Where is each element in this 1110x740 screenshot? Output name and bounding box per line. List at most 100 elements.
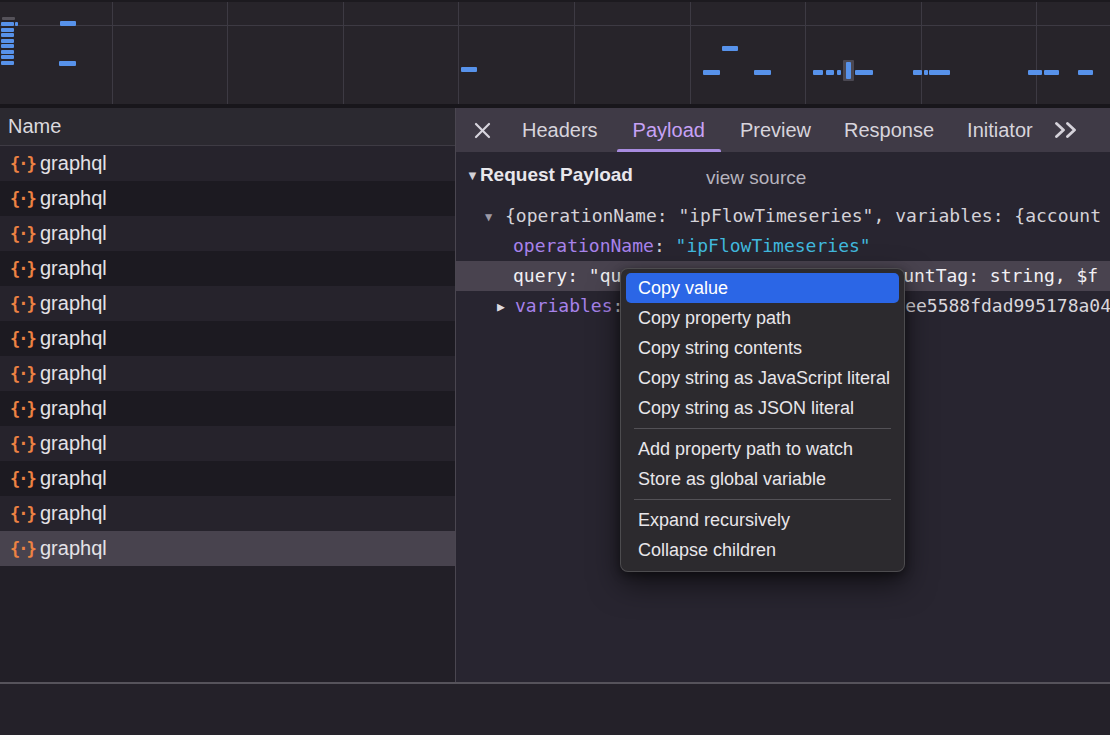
menu-item-expand-recursively[interactable]: Expand recursively [621, 505, 904, 535]
overview-gridline [458, 2, 459, 106]
request-row-graphql[interactable]: {·}graphql [0, 286, 455, 321]
request-name-label: graphql [40, 502, 107, 525]
request-timing-bar [15, 22, 18, 26]
request-row-graphql[interactable]: {·}graphql [0, 531, 455, 566]
payload-root-row[interactable]: ▼ {operationName: "ipFlowTimeseries", var… [456, 201, 1110, 231]
json-braces-icon: {·} [10, 504, 40, 524]
request-timing-bar [929, 70, 950, 75]
network-overview-timeline[interactable] [0, 0, 1110, 104]
request-timing-bar [59, 61, 76, 66]
menu-item-copy-string-contents[interactable]: Copy string contents [621, 333, 904, 363]
request-timing-bar [1, 44, 14, 48]
name-column-header: Name [0, 115, 61, 138]
tab-initiator[interactable]: Initiator [967, 108, 1033, 152]
request-timing-bar [60, 21, 76, 26]
menu-item-copy-string-as-json-literal[interactable]: Copy string as JSON literal [621, 393, 904, 423]
json-braces-icon: {·} [10, 539, 40, 559]
request-timing-bar [722, 46, 738, 51]
tabs: Headers Payload Preview Response Initiator [492, 108, 1033, 152]
request-row-graphql[interactable]: {·}graphql [0, 216, 455, 251]
request-timing-bar [855, 70, 873, 75]
request-timing-bar [1078, 70, 1093, 75]
json-braces-icon: {·} [10, 469, 40, 489]
request-name-label: graphql [40, 292, 107, 315]
request-row-graphql[interactable]: {·}graphql [0, 146, 455, 181]
request-row-graphql[interactable]: {·}graphql [0, 391, 455, 426]
devtools-dark-area: Name {·}graphql{·}graphql{·}graphql{·}gr… [0, 0, 1110, 735]
menu-divider [634, 428, 891, 429]
menu-item-add-property-path-to-watch[interactable]: Add property path to watch [621, 434, 904, 464]
request-list-header[interactable]: Name [0, 108, 455, 146]
request-timing-bar [924, 70, 928, 75]
tab-payload[interactable]: Payload [633, 108, 705, 152]
menu-item-store-as-global-variable[interactable]: Store as global variable [621, 464, 904, 494]
hovered-request-bar [846, 62, 851, 79]
detail-tabbar: Headers Payload Preview Response Initiator [456, 108, 1110, 152]
json-braces-icon: {·} [10, 399, 40, 419]
json-braces-icon: {·} [10, 189, 40, 209]
menu-item-collapse-children[interactable]: Collapse children [621, 535, 904, 565]
summary-footer [0, 684, 1110, 735]
request-row-graphql[interactable]: {·}graphql [0, 496, 455, 531]
request-row-graphql[interactable]: {·}graphql [0, 461, 455, 496]
request-row-graphql[interactable]: {·}graphql [0, 181, 455, 216]
menu-item-copy-value[interactable]: Copy value [626, 273, 899, 303]
menu-item-copy-property-path[interactable]: Copy property path [621, 303, 904, 333]
request-timing-bar [754, 70, 771, 75]
close-icon[interactable] [473, 121, 492, 140]
menu-divider [634, 499, 891, 500]
overview-gridline [227, 2, 228, 106]
overview-gridline [1036, 2, 1037, 106]
request-timing-bar [913, 70, 922, 75]
json-braces-icon: {·} [10, 294, 40, 314]
request-name-label: graphql [40, 257, 107, 280]
request-timing-bar [1, 33, 14, 37]
overview-gridline [805, 2, 806, 106]
request-timing-bar [1, 50, 14, 54]
overview-gridline [690, 2, 691, 106]
overview-gridline [0, 25, 1110, 26]
request-timing-bar [703, 70, 720, 75]
request-timing-bar [1, 39, 14, 43]
request-list-panel: Name {·}graphql{·}graphql{·}graphql{·}gr… [0, 108, 455, 682]
json-braces-icon: {·} [10, 329, 40, 349]
request-timing-bar [461, 67, 477, 72]
request-payload-title[interactable]: ▼Request Payload [466, 164, 633, 186]
request-name-label: graphql [40, 327, 107, 350]
request-timing-bar [813, 70, 823, 75]
more-tabs-icon[interactable] [1053, 122, 1080, 138]
tab-response[interactable]: Response [844, 108, 934, 152]
tab-headers[interactable]: Headers [522, 108, 598, 152]
tab-preview[interactable]: Preview [740, 108, 811, 152]
request-name-label: graphql [40, 397, 107, 420]
expand-triangle-icon: ▼ [485, 202, 492, 231]
json-braces-icon: {·} [10, 434, 40, 454]
request-name-label: graphql [40, 537, 107, 560]
request-name-label: graphql [40, 187, 107, 210]
context-menu: Copy valueCopy property pathCopy string … [620, 268, 905, 572]
request-row-graphql[interactable]: {·}graphql [0, 321, 455, 356]
request-row-graphql[interactable]: {·}graphql [0, 426, 455, 461]
request-name-label: graphql [40, 432, 107, 455]
request-timing-bar [1044, 70, 1059, 75]
overview-marker [2, 17, 15, 20]
json-braces-icon: {·} [10, 259, 40, 279]
property-key: variables [515, 295, 613, 316]
overview-gridline [112, 2, 113, 106]
view-source-link[interactable]: view source [706, 167, 806, 189]
request-row-graphql[interactable]: {·}graphql [0, 251, 455, 286]
request-name-label: graphql [40, 222, 107, 245]
collapse-triangle-icon: ▼ [466, 168, 479, 183]
json-braces-icon: {·} [10, 224, 40, 244]
request-timing-bar [1, 22, 14, 26]
request-row-graphql[interactable]: {·}graphql [0, 356, 455, 391]
request-timing-bar [837, 70, 841, 75]
payload-root-preview: {operationName: "ipFlowTimeseries", vari… [505, 205, 1101, 226]
request-rows: {·}graphql{·}graphql{·}graphql{·}graphql… [0, 146, 455, 566]
request-timing-bar [1, 28, 14, 32]
payload-operationname-row[interactable]: operationName: "ipFlowTimeseries" [456, 231, 1110, 261]
request-timing-bar [826, 70, 834, 75]
property-key: operationName [513, 235, 654, 256]
property-value-string: "ipFlowTimeseries" [676, 235, 871, 256]
menu-item-copy-string-as-javascript-literal[interactable]: Copy string as JavaScript literal [621, 363, 904, 393]
